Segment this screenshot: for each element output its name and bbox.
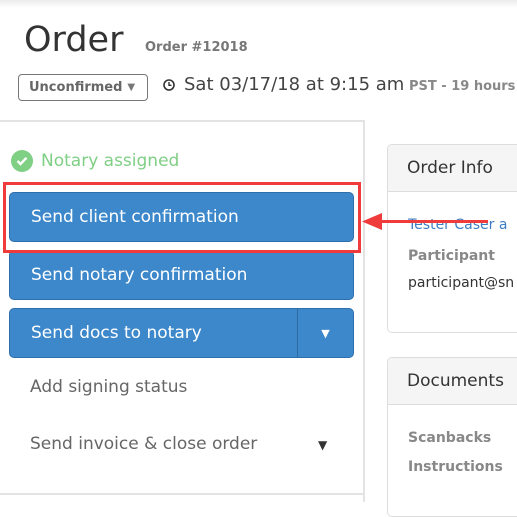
- actions-bottom-divider: [0, 493, 364, 495]
- notary-status: Notary assigned: [11, 150, 179, 172]
- documents-item-instructions[interactable]: Instructions: [408, 459, 503, 475]
- annotation-arrow-icon: [362, 213, 488, 230]
- status-select-value: Unconfirmed: [29, 80, 123, 95]
- top-shadow: [0, 0, 517, 8]
- order-info-heading: Order Info: [388, 145, 517, 192]
- send-notary-confirmation-label: Send notary confirmation: [31, 265, 248, 285]
- order-number: Order #12018: [145, 40, 248, 55]
- status-select[interactable]: Unconfirmed ▼: [18, 74, 148, 101]
- clock-icon: [163, 79, 175, 91]
- documents-card: Documents Scanbacks Instructions: [387, 357, 517, 517]
- header-divider: [0, 120, 365, 122]
- add-signing-status-link[interactable]: Add signing status: [30, 377, 187, 397]
- appointment-datetime: Sat 03/17/18 at 9:15 am: [184, 74, 405, 95]
- timezone-note: PST - 19 hours: [409, 79, 516, 94]
- caret-down-icon: ▼: [127, 82, 136, 93]
- participant-label: Participant: [408, 248, 495, 264]
- send-notary-confirmation-button[interactable]: Send notary confirmation: [9, 250, 354, 300]
- participant-email: participant@sn: [408, 275, 515, 291]
- order-info-card: Order Info Tester Caser a Participant pa…: [387, 144, 517, 333]
- send-docs-button-group: Send docs to notary ▼: [9, 308, 354, 358]
- caret-down-icon: ▼: [321, 326, 330, 340]
- column-divider: [363, 120, 365, 502]
- send-invoice-close-order-link[interactable]: Send invoice & close order: [30, 434, 257, 454]
- check-circle-icon: [11, 150, 33, 172]
- send-docs-dropdown-toggle[interactable]: ▼: [298, 309, 353, 357]
- documents-item-scanbacks[interactable]: Scanbacks: [408, 430, 491, 446]
- caret-down-icon[interactable]: ▼: [318, 438, 327, 452]
- send-docs-to-notary-button[interactable]: Send docs to notary: [10, 309, 298, 357]
- annotation-highlight-box: [3, 182, 361, 253]
- page-title: Order: [24, 20, 124, 60]
- notary-status-label: Notary assigned: [41, 151, 180, 171]
- send-docs-to-notary-label: Send docs to notary: [31, 323, 202, 343]
- documents-heading: Documents: [388, 358, 517, 405]
